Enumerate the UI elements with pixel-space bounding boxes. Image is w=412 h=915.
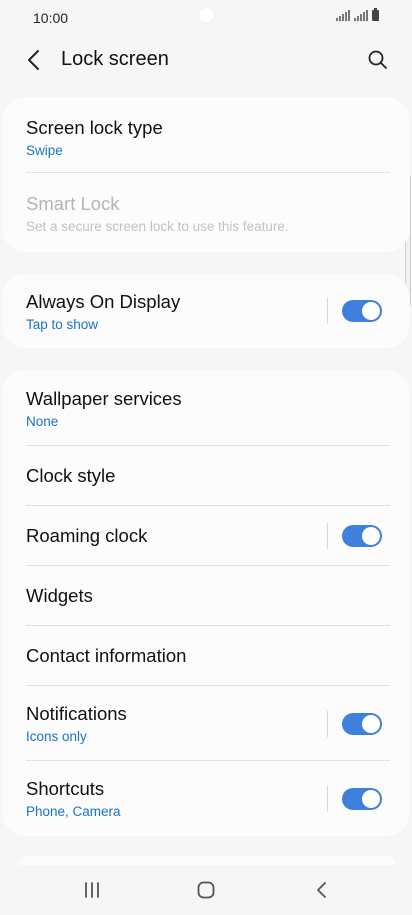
clock-style-item[interactable]: Clock style	[2, 446, 410, 506]
navigation-bar	[0, 865, 412, 915]
toggle-wrap	[327, 785, 382, 812]
search-button[interactable]	[364, 46, 392, 74]
back-button[interactable]	[20, 46, 48, 74]
roaming-clock-item[interactable]: Roaming clock	[2, 506, 410, 566]
toggle-wrap	[327, 298, 382, 324]
back-icon	[317, 882, 326, 898]
widgets-item[interactable]: Widgets	[2, 566, 410, 626]
wallpaper-services-item[interactable]: Wallpaper services None	[2, 370, 410, 446]
status-time: 10:00	[33, 10, 69, 26]
smart-lock-item: Smart Lock Set a secure screen lock to u…	[2, 173, 410, 252]
toggle-knob	[362, 714, 380, 733]
toggle-knob	[362, 527, 380, 545]
notifications-item[interactable]: Notifications Icons only	[2, 686, 410, 761]
item-subtitle: Set a secure screen lock to use this fea…	[26, 219, 289, 234]
item-title: Wallpaper services	[26, 388, 182, 409]
item-title: Smart Lock	[26, 193, 120, 214]
page-title: Lock screen	[61, 48, 169, 70]
separator	[327, 298, 328, 324]
toggle-knob	[362, 302, 380, 320]
cellular-signal-icon	[354, 10, 368, 21]
separator	[327, 523, 328, 549]
recents-button[interactable]	[72, 875, 112, 905]
screen-lock-type-item[interactable]: Screen lock type Swipe	[2, 97, 410, 173]
contact-information-item[interactable]: Contact information	[2, 626, 410, 686]
battery-icon	[372, 8, 379, 21]
settings-card-display: Wallpaper services None Clock style Roam…	[2, 370, 410, 836]
shortcuts-toggle[interactable]	[342, 787, 382, 810]
item-title: Widgets	[26, 585, 93, 606]
roaming-clock-toggle[interactable]	[342, 525, 382, 547]
chevron-left-icon	[28, 50, 39, 70]
status-icons	[336, 8, 379, 21]
toggle-wrap	[327, 710, 382, 737]
toggle-wrap	[327, 523, 382, 549]
shortcuts-item[interactable]: Shortcuts Phone, Camera	[2, 761, 410, 836]
separator	[327, 785, 328, 812]
item-subtitle: None	[26, 414, 59, 429]
camera-cutout	[199, 8, 214, 23]
wifi-signal-icon	[336, 10, 350, 21]
status-bar: 10:00	[0, 0, 412, 34]
app-bar: Lock screen	[0, 36, 412, 84]
settings-card-lock: Screen lock type Swipe Smart Lock Set a …	[2, 97, 410, 252]
notifications-toggle[interactable]	[342, 712, 382, 735]
item-title: Contact information	[26, 645, 187, 666]
item-title: Clock style	[26, 465, 116, 486]
home-icon	[197, 881, 215, 899]
recents-icon	[85, 882, 99, 898]
item-subtitle: Swipe	[26, 143, 63, 158]
always-on-display-item[interactable]: Always On Display Tap to show	[2, 274, 410, 348]
separator	[327, 710, 328, 737]
nav-back-button[interactable]	[302, 875, 342, 905]
search-icon	[368, 50, 387, 69]
settings-card-aod: Always On Display Tap to show	[2, 274, 410, 348]
toggle-knob	[362, 789, 380, 808]
always-on-display-toggle[interactable]	[342, 300, 382, 322]
home-button[interactable]	[186, 875, 226, 905]
item-title: Screen lock type	[26, 117, 163, 138]
